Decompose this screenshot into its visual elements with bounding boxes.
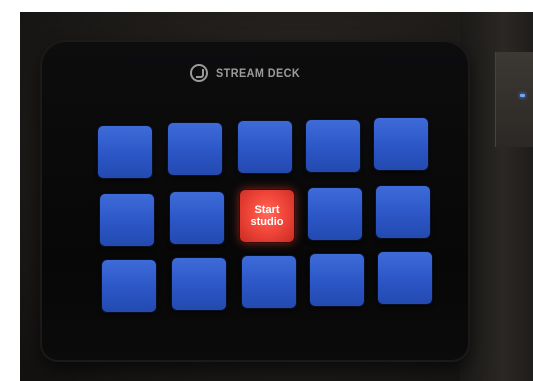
stream-deck-device: STREAM DECK Start studio [40, 40, 470, 362]
deck-key-r1c1[interactable] [98, 126, 152, 178]
elgato-logo-icon [190, 64, 208, 82]
background-device [495, 52, 533, 147]
start-studio-label-line1: Start [254, 204, 280, 216]
deck-key-r1c4[interactable] [306, 120, 360, 172]
start-studio-button[interactable]: Start studio [240, 190, 294, 242]
deck-key-r3c1[interactable] [102, 260, 156, 312]
deck-key-r3c5[interactable] [378, 252, 432, 304]
deck-key-r3c3[interactable] [242, 256, 296, 308]
brand-label: STREAM DECK [216, 66, 301, 80]
deck-key-r3c2[interactable] [172, 258, 226, 310]
start-studio-label-line2: studio [250, 216, 284, 228]
brand-header: STREAM DECK [190, 62, 310, 84]
key-grid: Start studio [98, 118, 443, 346]
deck-key-r2c1[interactable] [100, 194, 154, 246]
indicator-light [520, 94, 525, 97]
deck-key-r2c2[interactable] [170, 192, 224, 244]
deck-key-r1c3[interactable] [238, 121, 292, 173]
deck-key-r1c5[interactable] [374, 118, 428, 170]
deck-key-r2c5[interactable] [376, 186, 430, 238]
deck-key-r2c4[interactable] [308, 188, 362, 240]
deck-key-r1c2[interactable] [168, 123, 222, 175]
deck-key-r3c4[interactable] [310, 254, 364, 306]
